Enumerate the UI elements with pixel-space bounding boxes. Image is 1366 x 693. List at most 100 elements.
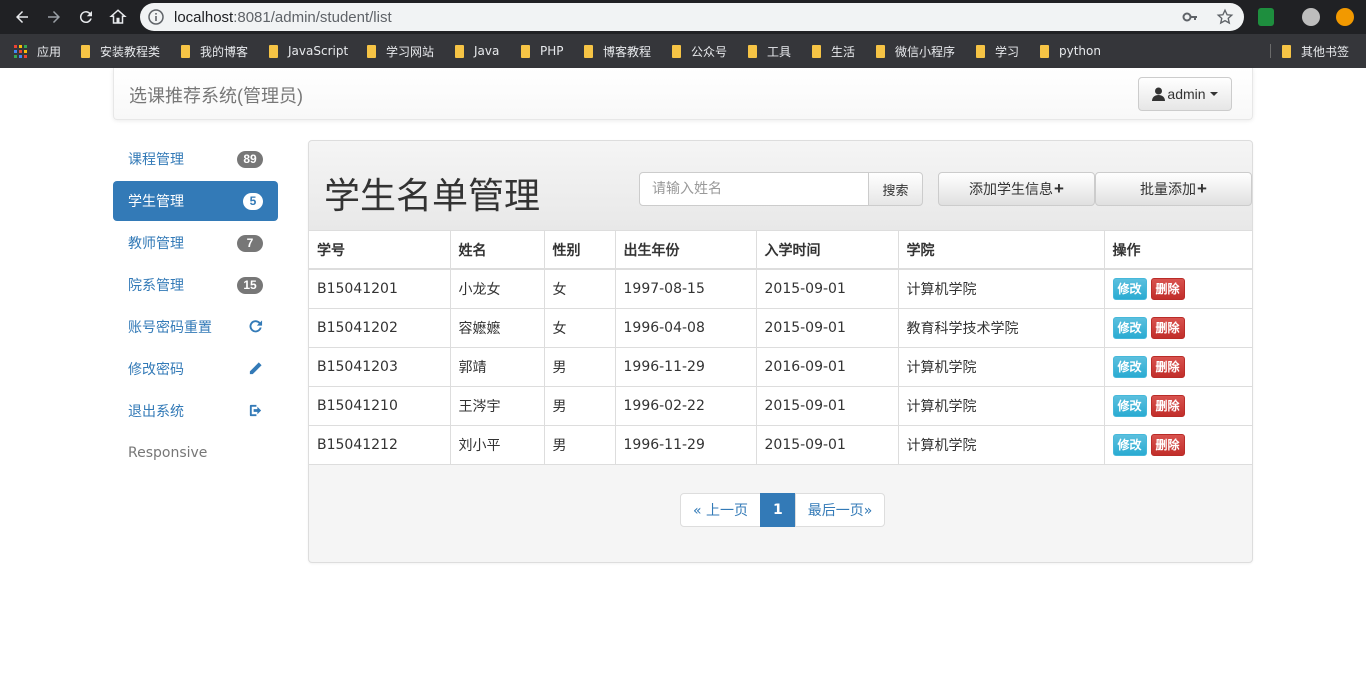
back-icon[interactable] — [11, 6, 33, 28]
folder-icon — [1282, 44, 1291, 58]
edit-button[interactable]: 修改 — [1112, 316, 1147, 339]
plus-icon: + — [1054, 179, 1064, 198]
bookmark-label: 应用 — [37, 44, 62, 59]
last-page-link[interactable]: 最后一页» — [794, 493, 886, 527]
bookmark-folder[interactable]: JavaScript — [269, 43, 348, 59]
student-gender: 女 — [544, 268, 616, 308]
batch-add-button[interactable]: 批量添加 + — [1095, 172, 1252, 206]
bookmark-folder[interactable]: 学习网站 — [367, 43, 434, 59]
user-icon — [1152, 87, 1166, 101]
apps-icon — [14, 44, 27, 58]
sidebar-item-departments[interactable]: 院系管理 15 — [113, 265, 278, 305]
table-row: B15041202 容嬷嬷 女 1996-04-08 2015-09-01 教育… — [309, 307, 1252, 347]
delete-button[interactable]: 删除 — [1150, 277, 1185, 300]
college: 计算机学院 — [898, 424, 1105, 465]
edit-button[interactable]: 修改 — [1112, 433, 1147, 456]
profile-avatar[interactable] — [1302, 8, 1320, 26]
sidebar-item-change-password[interactable]: 修改密码 — [113, 349, 278, 389]
actions-cell: 修改 删除 — [1104, 424, 1252, 465]
sidebar-item-label: 学生管理 — [128, 194, 184, 210]
home-icon[interactable] — [107, 6, 129, 28]
bookmark-label: 其他书签 — [1301, 44, 1350, 59]
sidebar-item-responsive[interactable]: Responsive — [113, 433, 278, 473]
delete-button[interactable]: 删除 — [1150, 316, 1185, 339]
bookmark-label: 安装教程类 — [100, 44, 161, 59]
folder-icon — [455, 44, 464, 58]
folder-icon — [748, 44, 757, 58]
folder-icon — [1040, 44, 1049, 58]
bookmark-folder[interactable]: 学习 — [976, 43, 1019, 59]
prev-page-link[interactable]: « 上一页 — [680, 493, 762, 527]
bookmark-folder[interactable]: 生活 — [812, 43, 855, 59]
bookmark-label: 微信小程序 — [895, 44, 956, 59]
sidebar-item-students[interactable]: 学生管理 5 — [113, 181, 278, 221]
delete-button[interactable]: 删除 — [1150, 394, 1185, 417]
delete-button[interactable]: 删除 — [1150, 433, 1185, 456]
sidebar-item-logout[interactable]: 退出系统 — [113, 391, 278, 431]
update-icon[interactable] — [1336, 8, 1354, 26]
bookmark-label: 我的博客 — [200, 44, 249, 59]
brand-title[interactable]: 选课推荐系统(管理员) — [129, 82, 303, 108]
birth-date: 1996-02-22 — [615, 385, 757, 425]
bookmark-label: python — [1059, 44, 1101, 58]
bookmark-folder[interactable]: PHP — [521, 43, 564, 59]
bookmark-label: 博客教程 — [603, 44, 652, 59]
search-button[interactable]: 搜索 — [868, 172, 923, 206]
bookmark-folder[interactable]: 工具 — [748, 43, 791, 59]
column-header: 性别 — [544, 231, 616, 270]
actions-cell: 修改 删除 — [1104, 307, 1252, 347]
pagination: « 上一页 1 最后一页» — [680, 493, 886, 527]
forward-icon[interactable] — [43, 6, 65, 28]
student-name: 刘小平 — [450, 424, 545, 465]
edit-button[interactable]: 修改 — [1112, 355, 1147, 378]
current-page[interactable]: 1 — [760, 493, 796, 527]
birth-date: 1996-11-29 — [615, 424, 757, 465]
student-table: 学号 姓名 性别 出生年份 入学时间 学院 操作 B15041201 小龙女 女… — [309, 231, 1252, 465]
actions-cell: 修改 删除 — [1104, 385, 1252, 425]
birth-date: 1997-08-15 — [615, 268, 757, 308]
bookmark-folder[interactable]: python — [1040, 43, 1101, 59]
student-list-panel: 学生名单管理 搜索 添加学生信息+ 批量添加+ 学号 姓名 性别 出生年份 入学… — [308, 140, 1253, 563]
add-student-label: 添加学生信息 — [969, 182, 1054, 198]
star-icon[interactable] — [1216, 8, 1234, 26]
sidebar-item-label: Responsive — [128, 445, 208, 461]
student-gender: 女 — [544, 307, 616, 347]
key-icon[interactable] — [1182, 9, 1198, 25]
logout-icon — [249, 404, 262, 417]
table-row: B15041210 王涔宇 男 1996-02-22 2015-09-01 计算… — [309, 385, 1252, 425]
url-host: localhost — [174, 8, 234, 26]
top-navbar: 选课推荐系统(管理员) admin — [113, 68, 1253, 120]
bookmark-folder[interactable]: 微信小程序 — [876, 43, 955, 59]
bookmark-label: PHP — [540, 44, 564, 58]
search-input[interactable] — [639, 172, 869, 206]
bookmark-folder[interactable]: Java — [455, 43, 499, 59]
extension-icon[interactable] — [1258, 8, 1274, 26]
column-header: 姓名 — [450, 231, 545, 270]
sidebar-item-reset-password[interactable]: 账号密码重置 — [113, 307, 278, 347]
bookmark-folder[interactable]: 安装教程类 — [81, 43, 160, 59]
enroll-date: 2015-09-01 — [756, 307, 899, 347]
add-student-button[interactable]: 添加学生信息 + — [938, 172, 1095, 206]
sidebar-item-teachers[interactable]: 教师管理 7 — [113, 223, 278, 263]
user-dropdown-button[interactable]: admin — [1138, 77, 1232, 111]
sidebar: 课程管理 89 学生管理 5 教师管理 7 院系管理 15 账号密码重置 修改密… — [113, 139, 278, 475]
address-bar[interactable]: localhost:8081/admin/student/list — [140, 3, 1244, 31]
bookmark-folder[interactable]: 博客教程 — [584, 43, 651, 59]
bookmark-label: Java — [474, 44, 500, 58]
bookmark-apps[interactable]: 应用 — [14, 43, 61, 59]
bookmark-folder[interactable]: 公众号 — [672, 43, 727, 59]
other-bookmarks[interactable]: 其他书签 — [1282, 43, 1349, 59]
edit-button[interactable]: 修改 — [1112, 277, 1147, 300]
bookmark-label: 公众号 — [691, 44, 728, 59]
edit-button[interactable]: 修改 — [1112, 394, 1147, 417]
bookmark-folder[interactable]: 我的博客 — [181, 43, 248, 59]
sidebar-item-courses[interactable]: 课程管理 89 — [113, 139, 278, 179]
actions-cell: 修改 删除 — [1104, 268, 1252, 308]
enroll-date: 2015-09-01 — [756, 424, 899, 465]
student-id: B15041212 — [309, 424, 451, 465]
info-icon[interactable] — [148, 9, 164, 25]
reload-icon[interactable] — [75, 6, 97, 28]
count-badge: 7 — [237, 235, 263, 252]
sidebar-item-label: 退出系统 — [128, 404, 184, 420]
delete-button[interactable]: 删除 — [1150, 355, 1185, 378]
